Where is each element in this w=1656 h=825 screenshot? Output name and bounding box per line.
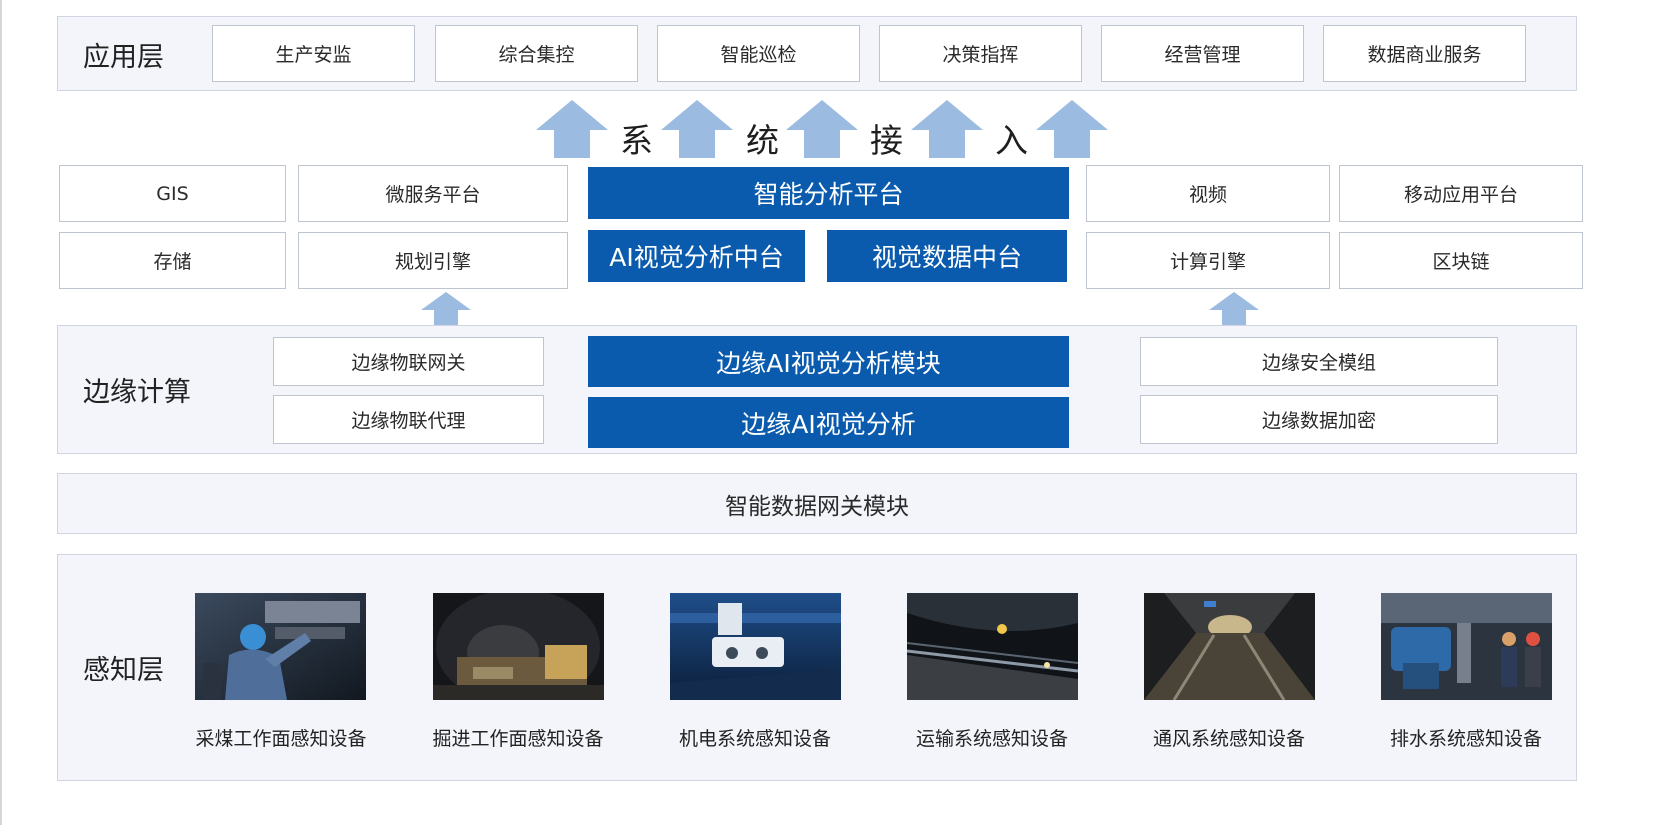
- up-arrow-icon: [786, 100, 858, 158]
- electromechanical-photo: [670, 593, 841, 700]
- device-caption-ventilation: 通风系统感知设备: [1152, 728, 1305, 750]
- vision-data-hub[interactable]: 视觉数据中台: [827, 230, 1067, 282]
- application-layer-label: 应用层: [83, 42, 164, 73]
- up-arrow-icon: [911, 100, 983, 158]
- perception-layer-label: 感知层: [83, 655, 164, 686]
- system-access-char: 入: [995, 121, 1028, 160]
- up-arrow-icon: [536, 100, 608, 158]
- edge-iot-gateway[interactable]: 边缘物联网关: [273, 337, 544, 386]
- app-item-business-management[interactable]: 经营管理: [1101, 25, 1304, 82]
- app-item-smart-inspection[interactable]: 智能巡检: [657, 25, 860, 82]
- platform-item-compute-engine[interactable]: 计算引擎: [1086, 232, 1330, 289]
- coal-mining-face-photo: [195, 593, 366, 700]
- ai-vision-analysis-hub[interactable]: AI视觉分析中台: [588, 230, 805, 282]
- system-access-char: 统: [746, 121, 779, 160]
- device-caption-electromechanical: 机电系统感知设备: [678, 728, 831, 750]
- platform-item-blockchain[interactable]: 区块链: [1339, 232, 1583, 289]
- platform-item-storage[interactable]: 存储: [59, 232, 286, 289]
- edge-data-encryption[interactable]: 边缘数据加密: [1140, 395, 1498, 444]
- edge-ai-vision-module[interactable]: 边缘AI视觉分析模块: [588, 336, 1069, 387]
- app-item-integrated-control[interactable]: 综合集控: [435, 25, 638, 82]
- device-caption-transport: 运输系统感知设备: [915, 728, 1068, 750]
- up-arrow-icon: [421, 292, 471, 326]
- drainage-system-photo: [1381, 593, 1552, 700]
- tunneling-face-photo: [433, 593, 604, 700]
- edge-security-module[interactable]: 边缘安全模组: [1140, 337, 1498, 386]
- edge-computing-label: 边缘计算: [83, 377, 191, 408]
- app-item-decision-command[interactable]: 决策指挥: [879, 25, 1082, 82]
- device-caption-tunneling: 掘进工作面感知设备: [432, 728, 604, 750]
- system-access-char: 接: [870, 121, 903, 160]
- device-caption-drainage: 排水系统感知设备: [1389, 728, 1542, 750]
- ventilation-system-photo: [1144, 593, 1315, 700]
- transport-system-photo: [907, 593, 1078, 700]
- system-access-char: 系: [620, 121, 653, 160]
- app-item-production-safety[interactable]: 生产安监: [212, 25, 415, 82]
- platform-item-planning-engine[interactable]: 规划引擎: [298, 232, 568, 289]
- up-arrow-icon: [1209, 292, 1259, 326]
- platform-item-microservice[interactable]: 微服务平台: [298, 165, 568, 222]
- platform-item-mobile-app[interactable]: 移动应用平台: [1339, 165, 1583, 222]
- app-item-data-commercial-service[interactable]: 数据商业服务: [1323, 25, 1526, 82]
- device-caption-coal-mining: 采煤工作面感知设备: [195, 728, 367, 750]
- platform-item-gis[interactable]: GIS: [59, 165, 286, 222]
- up-arrow-icon: [661, 100, 733, 158]
- edge-ai-vision-analysis[interactable]: 边缘AI视觉分析: [588, 397, 1069, 448]
- up-arrow-icon: [1036, 100, 1108, 158]
- smart-data-gateway-module[interactable]: 智能数据网关模块: [57, 473, 1577, 534]
- left-border-line: [0, 0, 2, 825]
- intelligent-analysis-platform[interactable]: 智能分析平台: [588, 167, 1069, 219]
- platform-item-video[interactable]: 视频: [1086, 165, 1330, 222]
- edge-iot-agent[interactable]: 边缘物联代理: [273, 395, 544, 444]
